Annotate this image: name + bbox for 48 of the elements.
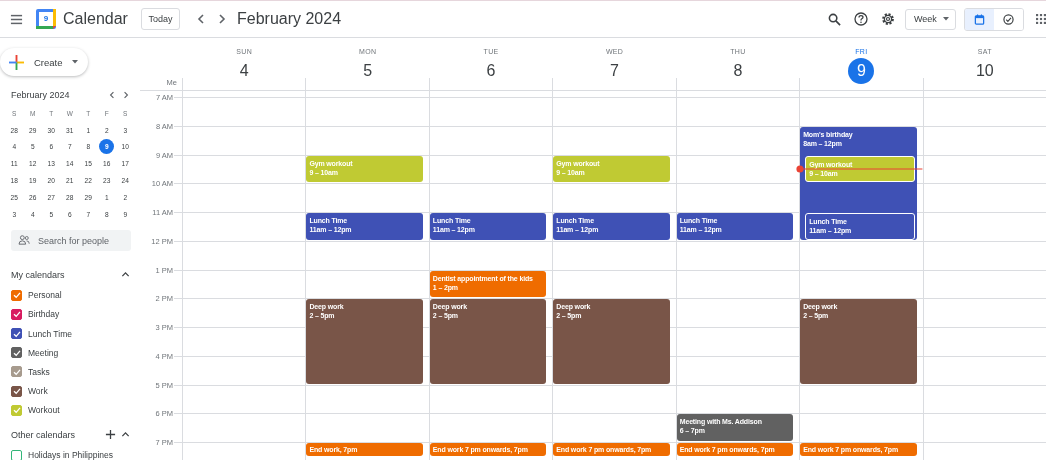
search-field[interactable]: Search for people [11, 230, 131, 252]
caret-icon [71, 60, 78, 64]
checkbox[interactable] [11, 347, 22, 359]
day-number[interactable]: 8 [733, 59, 743, 83]
apps-icon[interactable] [1036, 14, 1046, 24]
calendar-name: Workout [28, 405, 60, 416]
menu-icon[interactable] [10, 12, 23, 26]
calendar-view-button[interactable] [965, 8, 994, 30]
next-icon[interactable] [121, 90, 131, 100]
calendar-name: Meeting [28, 347, 59, 358]
checkbox[interactable] [11, 366, 22, 378]
checkbox[interactable] [11, 404, 22, 416]
app-title: Calendar [63, 10, 129, 28]
day-number[interactable]: 4 [239, 59, 249, 83]
calendar-name: Lunch Time [28, 328, 72, 339]
previous-icon[interactable] [107, 90, 117, 100]
add-icon[interactable] [105, 429, 116, 441]
calendar-logo[interactable]: 9 [36, 9, 56, 29]
people-icon [18, 234, 30, 245]
checkbox[interactable] [11, 385, 22, 397]
day-number[interactable]: 5 [363, 59, 373, 83]
day-number[interactable]: 10 [975, 59, 994, 83]
mini-calendar-title: February 2024 [11, 90, 71, 100]
calendar-icon [974, 13, 985, 25]
caret-icon [943, 17, 949, 21]
section-title: My calendars [11, 269, 66, 280]
calendar-name: Holidays in Philippines [28, 450, 114, 460]
calendar-name: Tasks [28, 366, 50, 377]
checkbox[interactable] [11, 308, 22, 320]
calendar-name: Personal [28, 290, 62, 301]
section-title: Other calendars [11, 429, 77, 440]
checkbox[interactable] [11, 328, 22, 340]
period-title: February 2024 [237, 10, 342, 28]
day-number[interactable]: 7 [610, 59, 619, 83]
plus-icon [9, 54, 24, 70]
day-number[interactable]: 6 [486, 59, 496, 83]
calendar-name: Birthday [28, 309, 60, 320]
settings-icon[interactable] [881, 12, 895, 26]
search-icon[interactable] [828, 12, 841, 26]
help-icon[interactable] [854, 12, 868, 26]
create-button[interactable]: Create [0, 48, 88, 76]
check-circle-icon [1003, 13, 1014, 25]
view-dropdown[interactable]: Week [905, 8, 956, 30]
calendar-name: Work [28, 386, 48, 397]
checkbox[interactable] [11, 450, 22, 460]
today-button[interactable]: Today [141, 8, 180, 30]
checkbox[interactable] [11, 289, 22, 301]
day-number[interactable]: 9 [848, 58, 875, 84]
